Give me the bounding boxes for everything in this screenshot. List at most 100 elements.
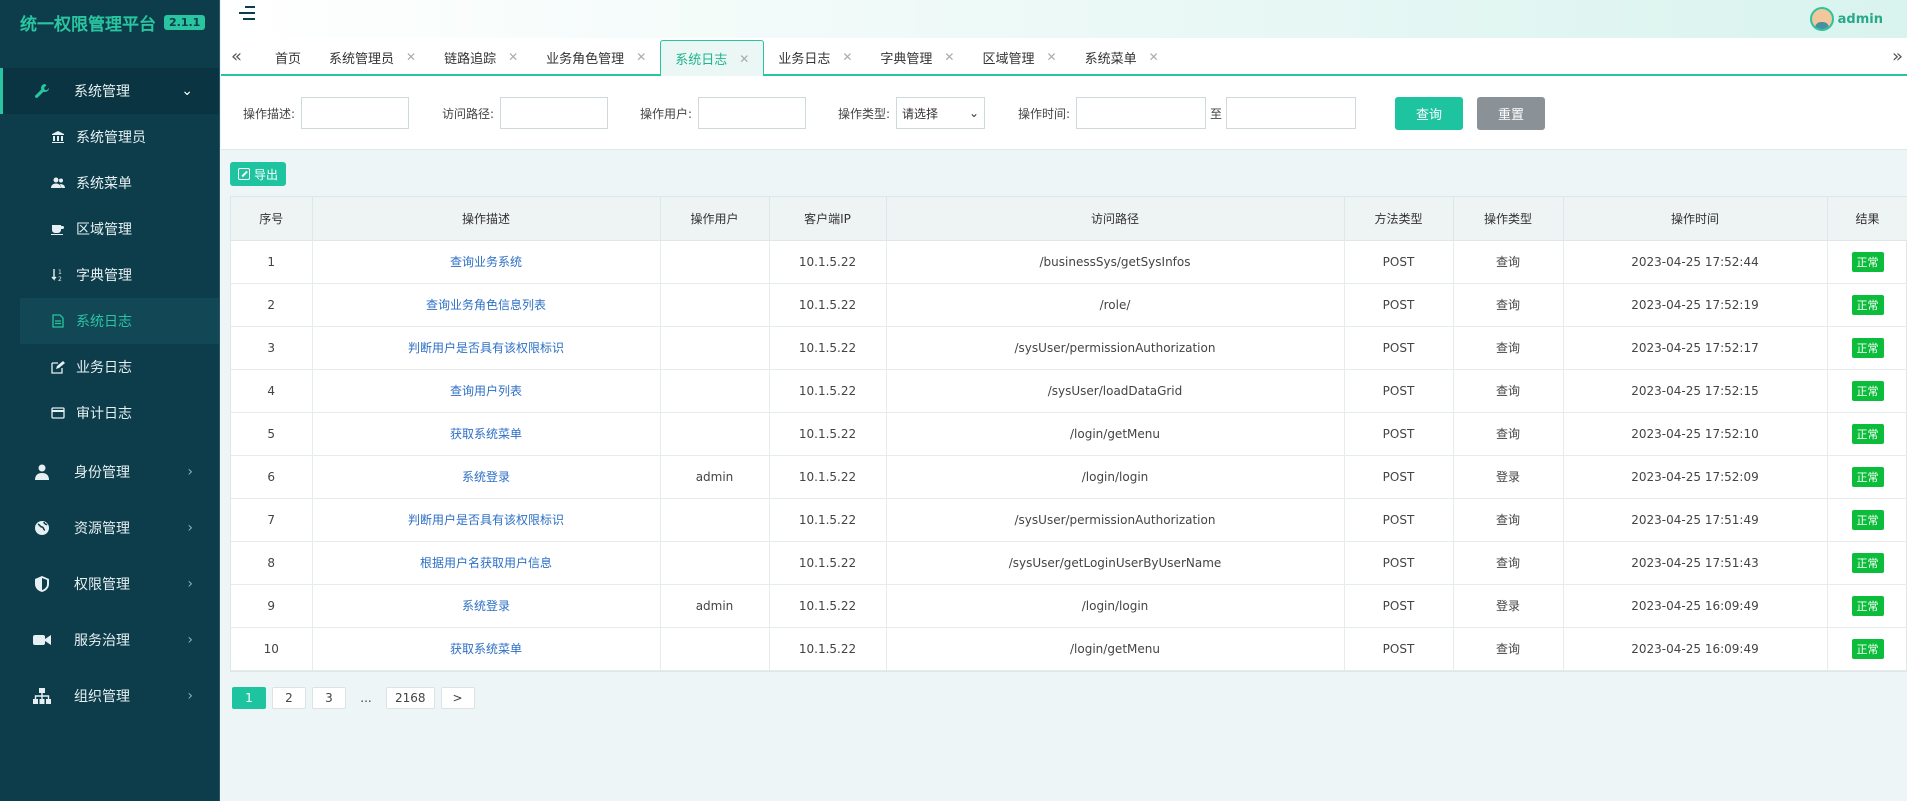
tab-dict[interactable]: 字典管理 ✕ (866, 38, 968, 76)
table-row[interactable]: 2 查询业务角色信息列表 10.1.5.22/role/POST 查询 2023-04-… (231, 283, 1907, 327)
cell-index: 6 (231, 455, 313, 499)
type-select-value: 请选择 (902, 106, 939, 121)
type-filter: 操作类型: 请选择 ⌄ (838, 97, 986, 129)
page-button[interactable]: 1 (232, 687, 266, 709)
tab-sys-admin[interactable]: 系统管理员 ✕ (315, 38, 430, 76)
table-row[interactable]: 5 获取系统菜单 10.1.5.22/login/getMenu POST 查询 2023… (231, 412, 1907, 456)
tab-biz-log[interactable]: 业务日志 ✕ (764, 38, 866, 76)
tab-trace[interactable]: 链路追踪 ✕ (430, 38, 532, 76)
sidebar-item-label: 系统日志 (76, 314, 132, 330)
time-end-input[interactable] (1226, 97, 1357, 129)
close-icon[interactable]: ✕ (636, 50, 646, 64)
tab-home[interactable]: 首页 (261, 38, 315, 76)
col-header[interactable]: 访问路径 (886, 197, 1345, 241)
cell-desc[interactable]: 根据用户名获取用户信息 (312, 541, 661, 585)
tab-sys-log[interactable]: 系统日志 ✕ (660, 40, 765, 76)
cell-user (660, 627, 770, 671)
close-icon[interactable]: ✕ (406, 50, 416, 64)
nav-group-org[interactable]: 组织管理 › (0, 668, 219, 724)
export-icon (237, 168, 250, 180)
path-input[interactable] (500, 97, 609, 129)
cell-desc[interactable]: 查询业务角色信息列表 (312, 283, 661, 327)
table-row[interactable]: 3 判断用户是否具有该权限标识 10.1.5.22/sysUser/permissi… (231, 326, 1907, 370)
status-badge: 正常 (1851, 595, 1884, 616)
user-menu[interactable]: admin (1809, 7, 1883, 31)
cell-desc[interactable]: 查询业务系统 (312, 240, 661, 284)
desc-label: 操作描述: (243, 106, 296, 121)
nav-group-permission[interactable]: 权限管理 › (0, 556, 219, 612)
tab-biz-role[interactable]: 业务角色管理 ✕ (532, 38, 660, 76)
sidebar-item-syslog[interactable]: 系统日志 (20, 298, 219, 344)
cell-desc[interactable]: 系统登录 (312, 455, 661, 499)
page-button[interactable]: 2 (272, 687, 306, 709)
tab-region[interactable]: 区域管理 ✕ (968, 38, 1070, 76)
cell-index: 9 (231, 584, 313, 628)
user-label: 操作用户: (640, 106, 693, 121)
desc-input[interactable] (301, 97, 410, 129)
page-button[interactable]: 2168 (386, 687, 435, 709)
nav-group-label: 身份管理 (74, 465, 130, 481)
sort-icon: 12 (50, 268, 66, 282)
table-row[interactable]: 6 系统登录 admin 10.1.5.22/login/login POST 登录 202… (231, 455, 1907, 499)
table-row[interactable]: 1 查询业务系统 10.1.5.22/businessSys/getSysInfos… (231, 240, 1907, 284)
table-row[interactable]: 9 系统登录 admin 10.1.5.22/login/login POST 登录 202… (231, 584, 1907, 628)
col-header[interactable]: 操作描述 (312, 197, 661, 241)
sidebar-item-auditlog[interactable]: 审计日志 (0, 390, 219, 436)
sidebar-item-region[interactable]: 区域管理 (0, 206, 219, 252)
col-header[interactable]: 序号 (231, 197, 313, 241)
cell-desc[interactable]: 查询用户列表 (312, 369, 661, 413)
video-icon (32, 633, 52, 647)
col-header[interactable]: 操作类型 (1453, 197, 1564, 241)
cell-index: 4 (231, 369, 313, 413)
tab-label: 链路追踪 (444, 51, 497, 67)
table-row[interactable]: 8 根据用户名获取用户信息 10.1.5.22/sysUser/getLoginUs… (231, 541, 1907, 585)
col-header[interactable]: 结果 (1827, 197, 1907, 241)
col-header[interactable]: 操作时间 (1563, 197, 1828, 241)
table-row[interactable]: 4 查询用户列表 10.1.5.22/sysUser/loadDataGrid POS… (231, 369, 1907, 413)
query-button[interactable]: 查询 (1395, 97, 1463, 130)
tab-bar: « 首页 系统管理员 ✕ 链路追踪 ✕ 业务角色管理 ✕ 系统日志 ✕ 业务日志 ✕ 字典… (221, 38, 1907, 76)
table-body: 1 查询业务系统 10.1.5.22/businessSys/getSysInfos… (231, 240, 1907, 671)
nav-group-system[interactable]: 系统管理 ⌄ (0, 68, 219, 114)
reset-button[interactable]: 重置 (1477, 97, 1545, 130)
close-icon[interactable]: ✕ (508, 50, 518, 64)
sidebar-item-admin[interactable]: 系统管理员 (0, 114, 219, 160)
nav-group-identity[interactable]: 身份管理 › (0, 444, 219, 500)
table-row[interactable]: 10 获取系统菜单 10.1.5.22/login/getMenu POST 查询 202… (231, 627, 1907, 671)
cell-method: POST (1344, 627, 1454, 671)
close-icon[interactable]: ✕ (1047, 50, 1057, 64)
col-header[interactable]: 客户端IP (769, 197, 887, 241)
col-header[interactable]: 方法类型 (1344, 197, 1454, 241)
sidebar-item-menu[interactable]: 系统菜单 (0, 160, 219, 206)
time-start-input[interactable] (1076, 97, 1207, 129)
status-badge: 正常 (1851, 251, 1884, 272)
double-chevron-right-icon[interactable]: » (1892, 46, 1903, 67)
tab-sys-menu[interactable]: 系统菜单 ✕ (1071, 38, 1173, 76)
sidebar-item-bizlog[interactable]: 业务日志 (0, 344, 219, 390)
close-icon[interactable]: ✕ (1149, 50, 1159, 64)
page-button[interactable]: 3 (312, 687, 346, 709)
col-header[interactable]: 操作用户 (660, 197, 770, 241)
nav-group-resource[interactable]: 资源管理 › (0, 500, 219, 556)
double-chevron-left-icon[interactable]: « (231, 46, 242, 67)
cell-desc[interactable]: 判断用户是否具有该权限标识 (312, 326, 661, 370)
cell-desc[interactable]: 系统登录 (312, 584, 661, 628)
type-select[interactable]: 请选择 ⌄ (896, 97, 986, 129)
menu-toggle-icon[interactable] (239, 6, 257, 24)
close-icon[interactable]: ✕ (944, 50, 954, 64)
table-row[interactable]: 7 判断用户是否具有该权限标识 10.1.5.22/sysUser/permissi… (231, 498, 1907, 542)
nav-group-label: 服务治理 (74, 633, 130, 649)
sidebar-item-dict[interactable]: 12 字典管理 (0, 252, 219, 298)
user-input[interactable] (698, 97, 807, 129)
export-button[interactable]: 导出 (230, 162, 286, 186)
cell-desc[interactable]: 获取系统菜单 (312, 412, 661, 456)
nav-group-service[interactable]: 服务治理 › (0, 612, 219, 668)
chevron-right-icon: › (187, 576, 193, 592)
wrench-icon (32, 83, 52, 99)
cell-method: POST (1344, 498, 1454, 542)
next-page-button[interactable]: > (440, 687, 475, 709)
cell-desc[interactable]: 获取系统菜单 (312, 627, 661, 671)
close-icon[interactable]: ✕ (842, 50, 852, 64)
cell-desc[interactable]: 判断用户是否具有该权限标识 (312, 498, 661, 542)
close-icon[interactable]: ✕ (739, 52, 749, 66)
